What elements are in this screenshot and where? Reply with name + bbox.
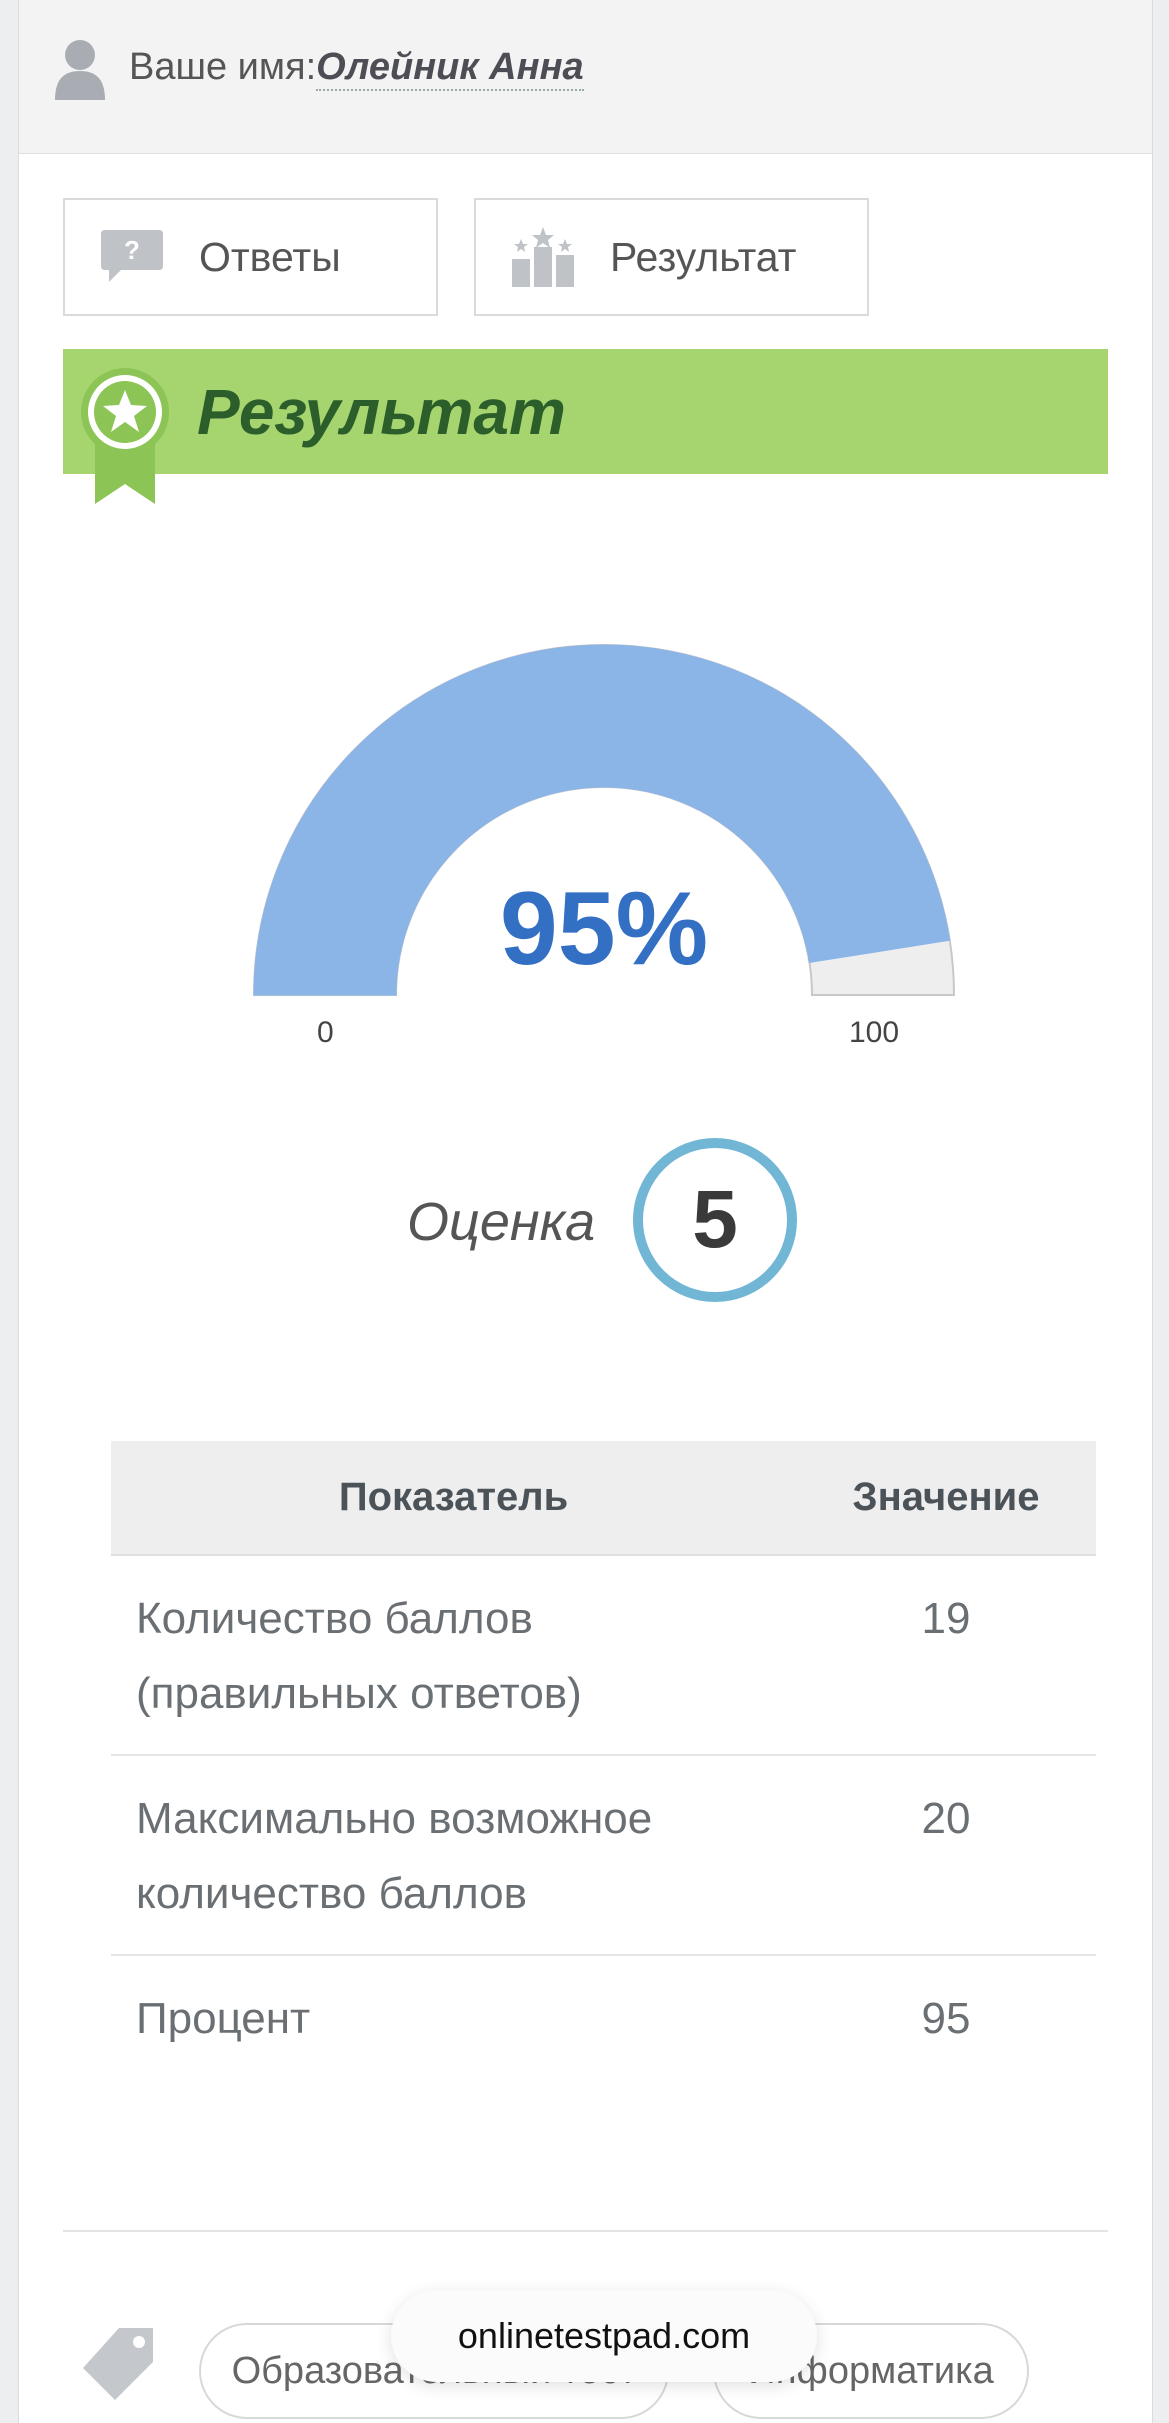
- gauge-value: 95%: [499, 871, 709, 987]
- tab-answers[interactable]: ? Ответы: [63, 198, 438, 316]
- table-row: Количество баллов (правильных ответов) 1…: [111, 1556, 1096, 1756]
- header-value: Значение: [852, 1475, 1040, 1519]
- row-indicator-line: Процент: [136, 1994, 311, 2043]
- result-title: Результат: [197, 376, 566, 448]
- podium-icon: [512, 227, 574, 287]
- header-indicator: Показатель: [338, 1475, 569, 1519]
- row-indicator-line: (правильных ответов): [136, 1669, 582, 1718]
- tab-result[interactable]: Результат: [474, 198, 869, 316]
- table-row: Процент 95: [111, 1956, 1096, 2081]
- user-header: Ваше имя:Олейник Анна: [19, 0, 1152, 154]
- award-badge-icon: [81, 368, 169, 504]
- tag-icon: [83, 2328, 153, 2400]
- row-indicator-line: Максимально возможное: [136, 1794, 653, 1843]
- grade-badge: 5: [633, 1138, 797, 1302]
- result-table: Показатель Значение Количество баллов (п…: [111, 1441, 1096, 2081]
- grade-label: Оценка: [407, 1192, 596, 1252]
- row-indicator-line: Количество баллов: [136, 1594, 533, 1643]
- row-indicator: Количество баллов (правильных ответов): [111, 1581, 796, 1754]
- table-header: Показатель Значение: [111, 1441, 1096, 1556]
- user-label-text: Ваше имя:: [129, 46, 317, 88]
- question-bubble-icon: ?: [101, 230, 163, 282]
- tab-answers-label: Ответы: [199, 233, 341, 280]
- row-value: 20: [921, 1794, 971, 1843]
- table-row: Максимально возможное количество баллов …: [111, 1756, 1096, 1956]
- gauge-min-label: 0: [317, 1016, 334, 1049]
- user-name-label: Ваше имя:Олейник Анна: [129, 46, 584, 91]
- tab-result-label: Результат: [610, 233, 797, 280]
- user-name[interactable]: Олейник Анна: [316, 46, 584, 91]
- row-indicator-line: количество баллов: [136, 1869, 527, 1918]
- row-indicator: Процент: [111, 1981, 796, 2081]
- row-value: 95: [921, 1994, 971, 2043]
- site-url-pill[interactable]: onlinetestpad.com: [391, 2290, 817, 2382]
- user-icon: [55, 40, 105, 100]
- row-indicator: Максимально возможное количество баллов: [111, 1781, 796, 1954]
- footer-divider: [63, 2230, 1108, 2232]
- score-gauge: [252, 644, 956, 996]
- row-value: 19: [921, 1594, 971, 1643]
- svg-text:?: ?: [124, 235, 140, 265]
- result-panel: Ваше имя:Олейник Анна ? Ответы Результат…: [18, 0, 1153, 2423]
- gauge-max-label: 100: [849, 1016, 900, 1049]
